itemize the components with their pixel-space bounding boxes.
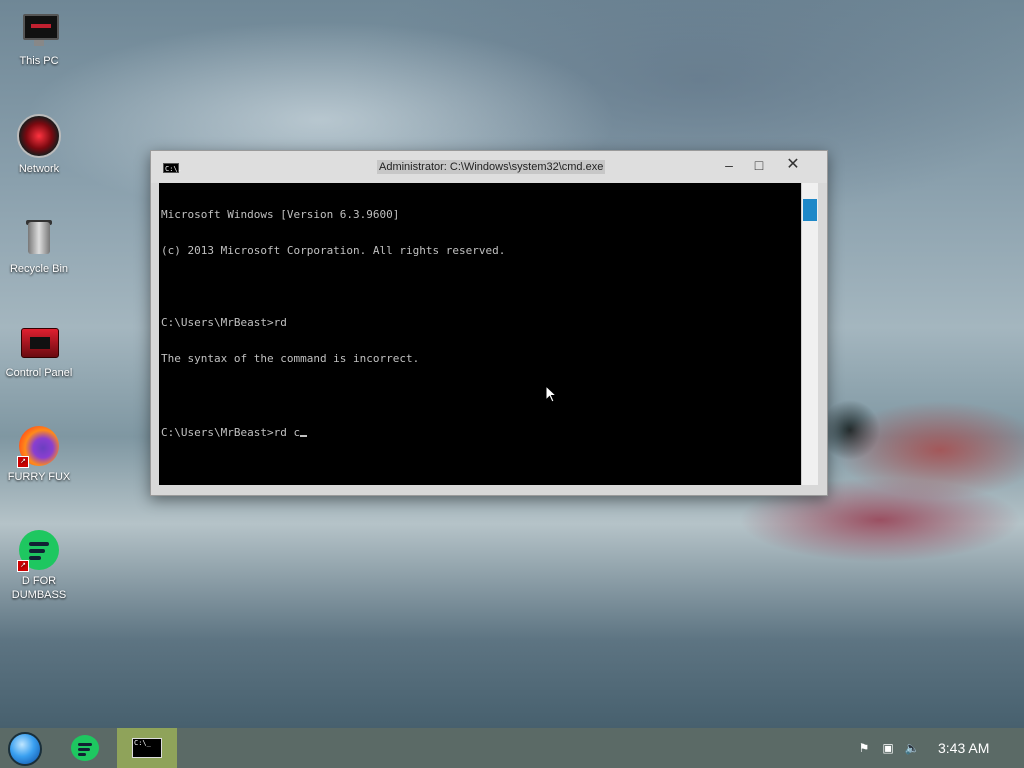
- action-center-flag-icon[interactable]: ⚑: [856, 741, 872, 755]
- maximize-button[interactable]: □: [745, 155, 773, 175]
- this-pc-icon: [19, 10, 59, 50]
- console-input[interactable]: C:\Users\MrBeast>rd c: [161, 426, 300, 439]
- desktop-icon-furry-fux[interactable]: ↗ FURRY FUX: [4, 426, 74, 484]
- desktop-icon-control-panel[interactable]: Control Panel: [4, 322, 74, 380]
- desktop-icon-d-for-dumbass[interactable]: ↗ D FOR DUMBASS: [4, 530, 74, 602]
- spotify-like-icon: [71, 735, 99, 761]
- desktop-icon-network[interactable]: Network: [4, 114, 74, 176]
- text-cursor: [300, 425, 308, 437]
- desktop-icon-label: D FOR DUMBASS: [11, 575, 67, 601]
- cmd-icon: C:\_: [132, 738, 162, 758]
- desktop-icon-label: Control Panel: [5, 367, 73, 379]
- desktop-icon-label: This PC: [19, 55, 59, 67]
- cmd-window[interactable]: C:\. Administrator: C:\Windows\system32\…: [150, 150, 828, 496]
- taskbar-app-spotify[interactable]: [58, 728, 118, 768]
- control-panel-icon: [19, 322, 59, 362]
- start-button[interactable]: [8, 732, 42, 766]
- desktop-icon-this-pc[interactable]: This PC: [4, 10, 74, 68]
- network-tray-icon[interactable]: ▣: [880, 741, 896, 755]
- cmd-icon[interactable]: C:\.: [163, 163, 182, 173]
- window-title: Administrator: C:\Windows\system32\cmd.e…: [377, 160, 606, 174]
- desktop-icon-label: FURRY FUX: [7, 471, 71, 483]
- console-output[interactable]: Microsoft Windows [Version 6.3.9600] (c)…: [159, 183, 801, 485]
- desktop-icon-label: Network: [18, 163, 60, 175]
- console-line: C:\Users\MrBeast>rd: [161, 316, 287, 329]
- recycle-bin-icon: [19, 218, 59, 258]
- taskbar-clock[interactable]: 3:43 AM: [938, 740, 989, 756]
- desktop-icon-recycle-bin[interactable]: Recycle Bin: [4, 218, 74, 276]
- console-line: The syntax of the command is incorrect.: [161, 352, 420, 365]
- cmd-titlebar[interactable]: C:\. Administrator: C:\Windows\system32\…: [151, 151, 827, 183]
- volume-icon[interactable]: 🔈: [904, 741, 920, 755]
- taskbar-app-cmd[interactable]: C:\_: [117, 728, 177, 768]
- network-icon: [17, 114, 61, 158]
- firefox-icon: ↗: [17, 426, 59, 468]
- console-line: Microsoft Windows [Version 6.3.9600]: [161, 208, 400, 221]
- close-button[interactable]: ✕: [779, 155, 807, 175]
- spotify-like-icon: ↗: [17, 530, 59, 572]
- taskbar: C:\_ ⚑ ▣ 🔈 3:43 AM: [0, 728, 1024, 768]
- shortcut-arrow-icon: ↗: [17, 560, 29, 572]
- scrollbar-thumb[interactable]: [803, 199, 817, 221]
- console-prompt-line[interactable]: C:\Users\MrBeast>rd c: [161, 425, 799, 439]
- minimize-button[interactable]: –: [715, 155, 743, 175]
- desktop-icon-label: Recycle Bin: [9, 263, 69, 275]
- console-line: (c) 2013 Microsoft Corporation. All righ…: [161, 244, 506, 257]
- shortcut-arrow-icon: ↗: [17, 456, 29, 468]
- vertical-scrollbar[interactable]: [801, 183, 818, 485]
